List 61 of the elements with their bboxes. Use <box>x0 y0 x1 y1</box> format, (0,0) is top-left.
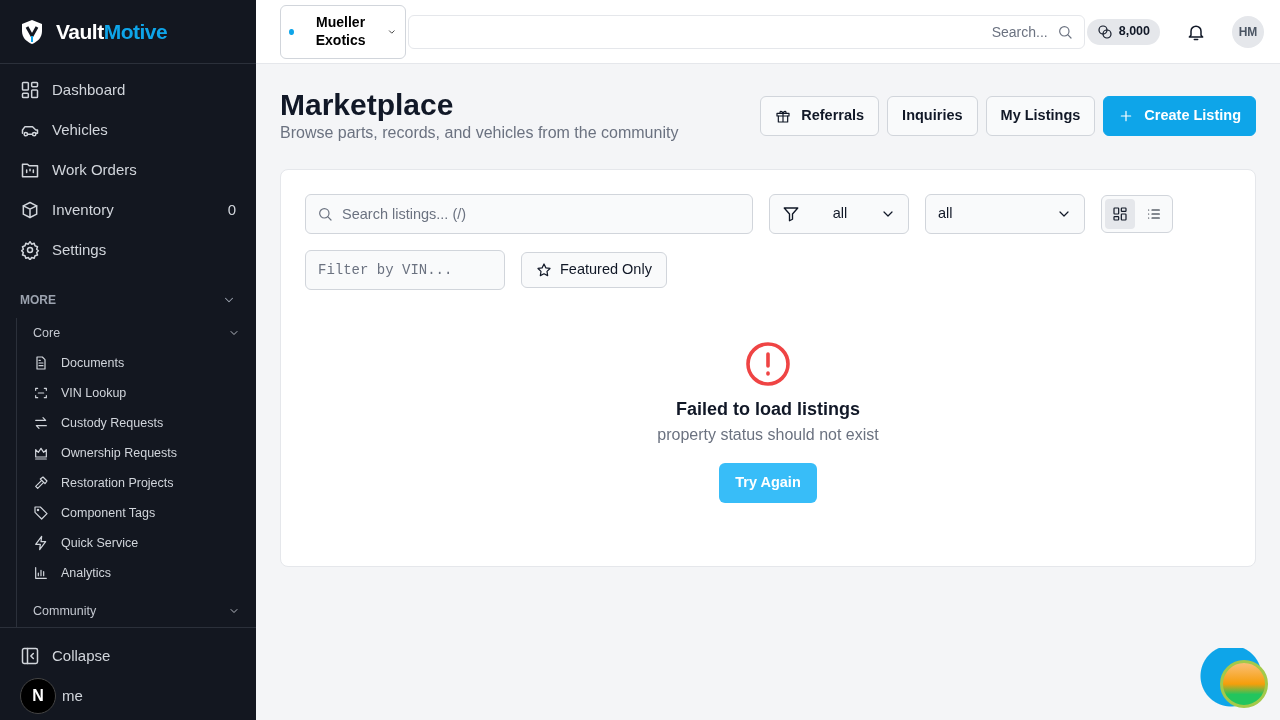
user-avatar[interactable]: HM <box>1232 15 1264 48</box>
sidebar-item[interactable]: Restoration Projects <box>17 468 256 498</box>
vin-filter-field[interactable]: Filter by VIN... <box>305 250 505 290</box>
collapse-icon <box>20 646 40 666</box>
sidebar-item[interactable]: Settings <box>0 230 256 270</box>
sidebar-item[interactable]: Component Tags <box>17 498 256 528</box>
brand-name: VaultMotive <box>56 18 168 45</box>
featured-toggle[interactable]: Featured Only <box>521 252 667 288</box>
sidebar-item[interactable]: Analytics <box>17 558 256 588</box>
list-icon <box>1146 206 1162 222</box>
crown-icon <box>33 445 49 461</box>
search-icon <box>317 206 333 222</box>
filter-icon <box>782 205 800 223</box>
dev-badge[interactable]: N <box>20 678 56 714</box>
search-field[interactable]: Search... <box>408 14 1085 49</box>
gift-icon <box>775 108 792 124</box>
credits-badge[interactable]: 8,000 <box>1086 18 1160 45</box>
sidebar-item[interactable]: Vehicles <box>0 110 256 150</box>
sidebar-item[interactable]: Custody Requests <box>17 408 256 438</box>
sidebar-item[interactable]: Quick Service <box>17 528 256 558</box>
photo-placeholder <box>1220 660 1268 708</box>
shield-logo-icon <box>20 18 44 45</box>
page-title: Marketplace <box>280 88 455 121</box>
action-button[interactable]: Inquiries <box>887 96 978 136</box>
lightning-icon <box>33 535 49 551</box>
sidebar-item[interactable]: me <box>62 684 83 708</box>
sidebar-item[interactable]: Dashboard <box>0 70 256 110</box>
scan-icon <box>33 385 49 401</box>
hammer-icon <box>33 475 49 491</box>
sidebar-item[interactable]: Ownership Requests <box>17 438 256 468</box>
document-icon <box>33 355 49 371</box>
type-select[interactable]: all <box>769 194 909 234</box>
grid-icon <box>1112 206 1128 222</box>
more-section-header[interactable]: MORE <box>0 282 256 318</box>
action-button[interactable]: My Listings <box>985 96 1096 136</box>
category-select[interactable]: all <box>925 194 1085 234</box>
settings-icon <box>20 240 40 260</box>
folder-icon <box>20 160 40 180</box>
error-icon <box>744 340 792 388</box>
workspace-selector[interactable]: Mueller Exotics <box>280 4 406 59</box>
sidebar-item[interactable]: Collapse <box>0 636 256 676</box>
bar-chart-icon <box>33 565 49 581</box>
search-field[interactable]: Search listings... (/) <box>305 194 753 234</box>
error-message: property status should not exist <box>657 425 879 445</box>
arrows-icon <box>33 415 49 431</box>
tag-icon <box>33 505 49 521</box>
action-button[interactable]: Referrals <box>760 96 880 136</box>
sidebar-item[interactable]: Documents <box>17 348 256 378</box>
sidebar-item[interactable]: Inventory 0 <box>0 190 256 230</box>
group-header[interactable]: Core <box>17 318 256 348</box>
error-title: Failed to load listings <box>676 398 860 421</box>
box-icon <box>20 200 40 220</box>
sidebar-item[interactable]: Work Orders <box>0 150 256 190</box>
dashboard-icon <box>20 80 40 100</box>
coins-icon <box>1096 23 1113 40</box>
sidebar-item[interactable]: VIN Lookup <box>17 378 256 408</box>
star-icon <box>536 262 552 278</box>
search-icon <box>1056 23 1073 40</box>
grid-view-toggle[interactable] <box>1105 199 1135 229</box>
group-header[interactable]: Community <box>17 596 256 626</box>
page-subtitle: Browse parts, records, and vehicles from the community <box>280 123 679 143</box>
